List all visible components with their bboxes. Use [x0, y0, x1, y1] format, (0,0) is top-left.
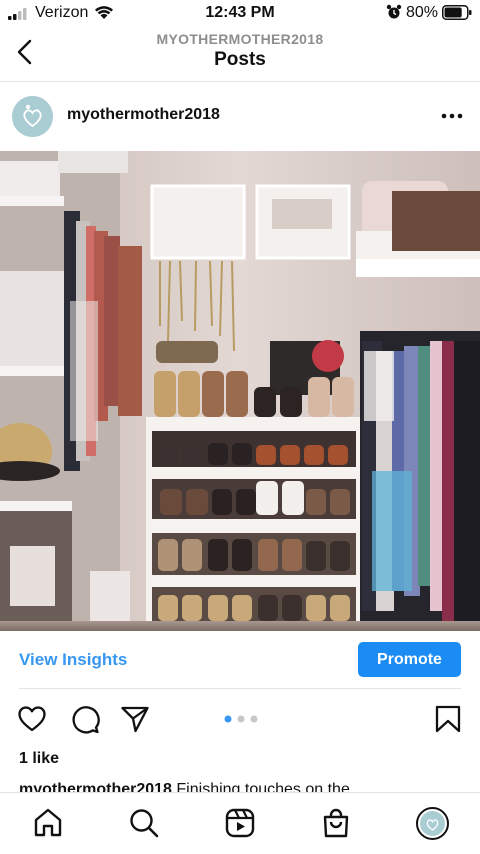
- post-actions: [0, 696, 480, 742]
- profile-avatar-image: [420, 811, 445, 836]
- promote-button[interactable]: Promote: [358, 642, 461, 677]
- caption-text: Finishing touches on the: [176, 781, 350, 792]
- shopping-bag-icon[interactable]: [320, 807, 352, 839]
- carousel-indicator: [224, 715, 258, 723]
- caption-username[interactable]: myothermother2018: [19, 781, 172, 792]
- like-count[interactable]: 1 like: [19, 750, 59, 768]
- post-header: myothermother2018: [0, 82, 480, 150]
- more-horizontal-icon[interactable]: [438, 106, 466, 126]
- bookmark-icon[interactable]: [433, 704, 463, 734]
- closet-photo: [0, 151, 480, 631]
- insights-bar: View Insights Promote: [0, 631, 480, 689]
- avatar[interactable]: [12, 96, 53, 137]
- view-insights-link[interactable]: View Insights: [19, 650, 127, 670]
- battery-percent: 80%: [406, 4, 439, 21]
- home-icon[interactable]: [32, 807, 64, 839]
- search-icon[interactable]: [128, 807, 160, 839]
- heart-icon[interactable]: [17, 704, 47, 734]
- alarm-icon: [386, 4, 402, 19]
- paper-plane-icon[interactable]: [120, 704, 150, 734]
- divider: [19, 688, 461, 689]
- comment-icon[interactable]: [70, 704, 100, 734]
- post-caption: myothermother2018 Finishing touches on t…: [19, 779, 461, 792]
- top-bar: MYOTHERMOTHER2018 Posts: [0, 26, 480, 82]
- reels-icon[interactable]: [224, 807, 256, 839]
- carousel-dot-active: [224, 715, 232, 723]
- avatar-logo-icon: [426, 819, 439, 831]
- account-subtitle: MYOTHERMOTHER2018: [156, 31, 324, 47]
- battery-icon: [442, 5, 472, 20]
- post-image[interactable]: [0, 151, 480, 631]
- page-title: Posts: [214, 49, 266, 70]
- profile-tab-avatar[interactable]: [416, 807, 449, 840]
- post-username[interactable]: myothermother2018: [67, 106, 220, 124]
- bottom-navigation: [0, 792, 480, 854]
- avatar-logo-icon: [12, 96, 53, 137]
- status-bar: Verizon 12:43 PM 80%: [0, 0, 480, 26]
- carousel-dot: [250, 715, 258, 723]
- carousel-dot: [237, 715, 245, 723]
